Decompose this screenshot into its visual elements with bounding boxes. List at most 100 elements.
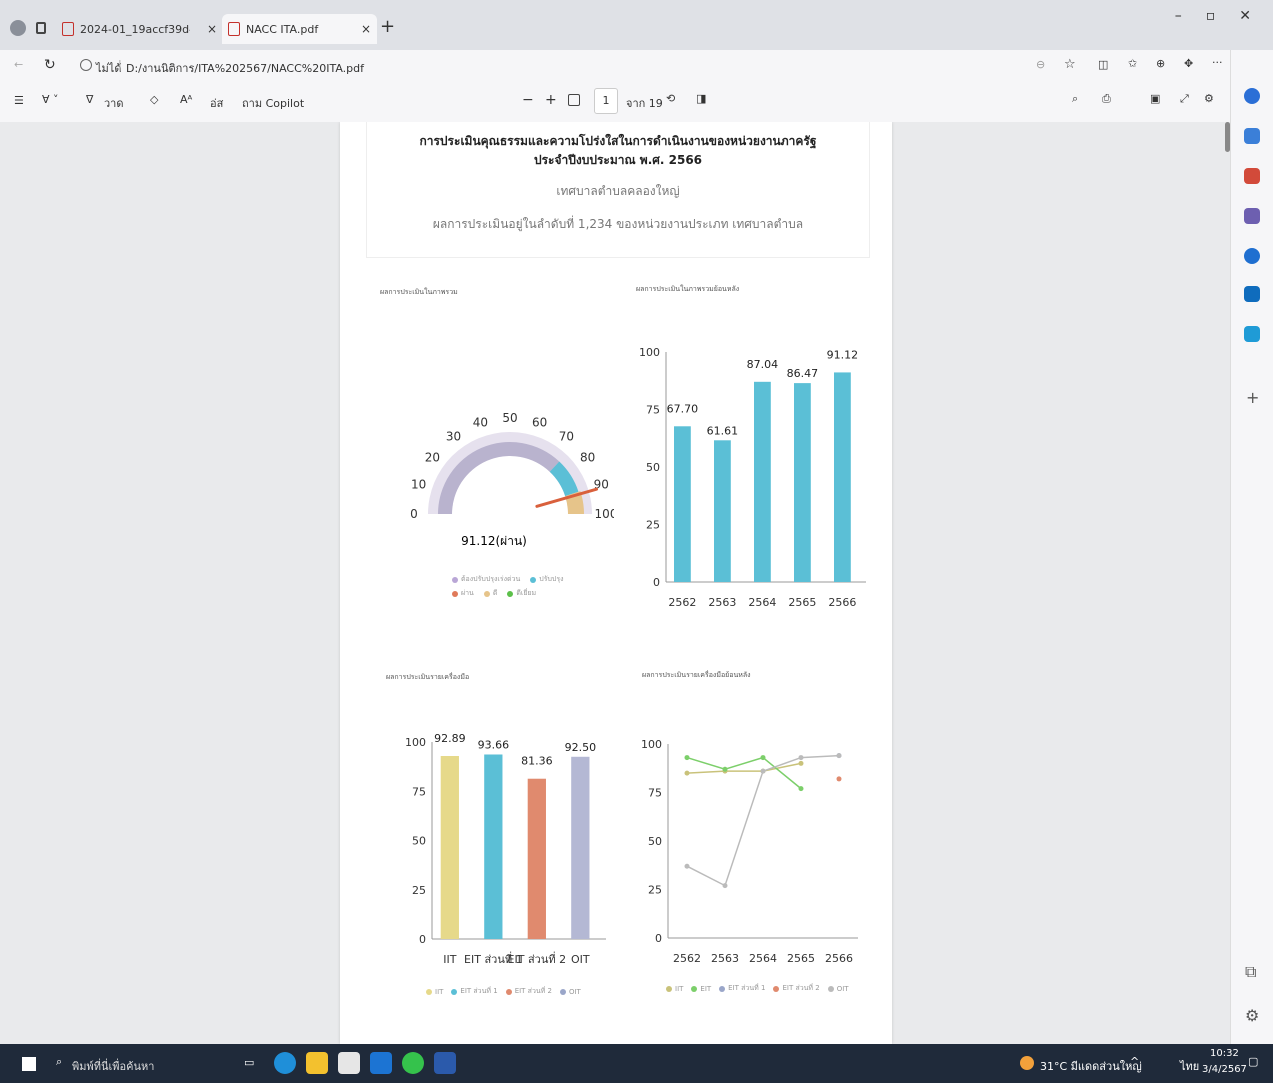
series-point xyxy=(722,883,728,889)
taskbar-search-input[interactable]: พิมพ์ที่นี่เพื่อค้นหา xyxy=(72,1057,154,1075)
draw-label[interactable]: วาด xyxy=(104,94,124,112)
mail-icon[interactable] xyxy=(370,1052,392,1074)
sidebar-settings-icon[interactable]: ⚙ xyxy=(1245,1006,1259,1025)
read-aloud-label[interactable]: อ่ส xyxy=(210,94,223,112)
tab-actions-icon[interactable] xyxy=(36,22,46,34)
split-screen-icon[interactable]: ◫ xyxy=(1098,58,1108,71)
add-icon[interactable]: + xyxy=(1246,388,1259,407)
send-icon[interactable] xyxy=(1244,326,1260,342)
bar-value-label: 81.36 xyxy=(521,755,553,768)
series-point xyxy=(798,755,804,761)
tab-pdf-2[interactable]: NACC ITA.pdf × xyxy=(222,14,377,44)
tag-icon[interactable] xyxy=(1244,128,1260,144)
series-point xyxy=(836,776,842,782)
fit-page-icon[interactable] xyxy=(568,94,580,106)
favorites-icon[interactable]: ✩ xyxy=(1128,57,1137,70)
y-tick-label: 50 xyxy=(648,835,662,848)
close-window-icon[interactable]: ✕ xyxy=(1239,8,1251,24)
screenshot-icon[interactable]: ⧉ xyxy=(1245,962,1256,982)
legend-item: EIT ส่วนที่ 2 xyxy=(773,983,820,994)
tray-chevron-icon[interactable]: ^ xyxy=(1130,1055,1139,1068)
tab-title: 2024-01_19accf39d4da63b.pdf xyxy=(80,22,190,36)
windows-start-icon[interactable] xyxy=(22,1057,36,1071)
page-view-icon[interactable]: ◨ xyxy=(696,92,706,105)
gauge-legend: ต้องปรับปรุงเร่งด่วน ปรับปรุง ผ่าน ดี ดี… xyxy=(452,574,592,599)
clock-date[interactable]: 3/4/2567 xyxy=(1202,1064,1247,1075)
explorer-icon[interactable] xyxy=(306,1052,328,1074)
history-bar-chart: 0 25 50 75 100 67.70 2562 61.61 2563 87.04 2564 86.… xyxy=(639,346,866,609)
series-point xyxy=(760,768,766,774)
series-point xyxy=(684,770,690,776)
highlight-icon[interactable]: ∀ ˅ xyxy=(42,93,59,106)
y-tick-label: 75 xyxy=(646,404,660,417)
series-point xyxy=(798,760,804,766)
bar-value-label: 87.04 xyxy=(747,358,779,371)
print-icon[interactable]: ⎙ xyxy=(1102,92,1111,106)
restore-icon[interactable]: ▫ xyxy=(1206,8,1216,24)
contents-icon[interactable]: ☰ xyxy=(14,94,24,107)
favorite-icon[interactable]: ☆ xyxy=(1064,57,1076,72)
read-aloud-icon[interactable]: Aᴬ xyxy=(180,93,192,106)
settings-icon[interactable]: ⚙ xyxy=(1204,92,1214,105)
save-icon[interactable]: ▣ xyxy=(1150,92,1160,105)
bar xyxy=(571,756,590,939)
doc-subtitle: ประจำปีงบประมาณ พ.ศ. 2566 xyxy=(533,153,703,167)
line-icon[interactable] xyxy=(402,1052,424,1074)
draw-icon[interactable]: ∇ xyxy=(86,93,93,106)
games-icon[interactable] xyxy=(1244,208,1260,224)
search-icon[interactable] xyxy=(1244,88,1260,104)
rotate-icon[interactable]: ⟲ xyxy=(666,92,675,105)
zoom-icon[interactable]: ⊖ xyxy=(1036,58,1045,71)
x-tick-label: 2565 xyxy=(787,952,815,965)
legend-item: ดี xyxy=(483,588,497,599)
tab-pdf-1[interactable]: 2024-01_19accf39d4da63b.pdf × xyxy=(62,14,217,44)
taskview-icon[interactable]: ▭ xyxy=(244,1056,254,1069)
close-icon[interactable]: × xyxy=(361,22,371,36)
gauge-tick-label: 50 xyxy=(502,411,517,425)
bar xyxy=(754,381,771,582)
weather-text[interactable]: 31°C มีแดดส่วนใหญ่ xyxy=(1040,1057,1142,1075)
overall-gauge-card: ผลการประเมินในภาพรวม 0 10 20 30 40 50 60 70 80 90… xyxy=(366,272,614,642)
agency-name: เทศบาลตำบลคลองใหญ่ xyxy=(556,184,680,198)
search-icon[interactable]: ⌕ xyxy=(1072,92,1078,106)
y-tick-label: 0 xyxy=(655,932,662,945)
shopping-icon[interactable] xyxy=(1244,168,1260,184)
x-tick-label: 2563 xyxy=(708,596,736,609)
y-tick-label: 25 xyxy=(646,519,660,532)
y-tick-label: 0 xyxy=(653,576,660,589)
notification-icon[interactable]: ▢ xyxy=(1248,1055,1258,1068)
legend-item: OIT xyxy=(827,983,849,994)
profile-icon[interactable] xyxy=(10,20,26,36)
outlook-icon[interactable] xyxy=(1244,286,1260,302)
store-icon[interactable] xyxy=(338,1052,360,1074)
tools-line-chart: 0 25 50 75 100 2562 2563 2564 2565 2566 xyxy=(641,738,858,965)
page-number-input[interactable]: 1 xyxy=(594,88,618,114)
edge-sidebar: + ⧉ ⚙ xyxy=(1230,50,1273,1044)
office-icon[interactable] xyxy=(1244,248,1260,264)
legend-item: EIT ส่วนที่ 2 xyxy=(505,986,552,997)
new-tab-button[interactable]: + xyxy=(380,16,395,37)
close-icon[interactable]: × xyxy=(207,22,217,36)
word-icon[interactable] xyxy=(434,1052,456,1074)
gauge-tick-label: 80 xyxy=(580,451,595,465)
back-icon[interactable]: ← xyxy=(14,58,23,71)
bar xyxy=(527,778,546,939)
url-text[interactable]: D:/งานนิติการ/ITA%202567/NACC%20ITA.pdf xyxy=(126,59,364,77)
y-tick-label: 50 xyxy=(646,461,660,474)
extensions-icon[interactable]: ✥ xyxy=(1184,57,1193,70)
erase-icon[interactable]: ◇ xyxy=(150,93,158,106)
y-tick-label: 25 xyxy=(648,884,662,897)
zoom-in-button[interactable]: + xyxy=(545,92,557,108)
edge-icon[interactable] xyxy=(274,1052,296,1074)
bar-value-label: 93.66 xyxy=(478,738,510,751)
ask-copilot-button[interactable]: ถาม Copilot xyxy=(242,94,304,112)
more-icon[interactable]: ··· xyxy=(1212,56,1223,69)
language-indicator[interactable]: ไทย xyxy=(1180,1057,1199,1075)
clock-time[interactable]: 10:32 xyxy=(1210,1048,1239,1059)
fullscreen-icon[interactable]: ⤢ xyxy=(1180,92,1189,106)
info-icon[interactable] xyxy=(80,59,92,71)
zoom-out-button[interactable]: − xyxy=(522,92,534,108)
collections-icon[interactable]: ⊕ xyxy=(1156,57,1165,70)
refresh-icon[interactable]: ↻ xyxy=(44,57,56,73)
minimize-icon[interactable]: – xyxy=(1175,8,1182,24)
